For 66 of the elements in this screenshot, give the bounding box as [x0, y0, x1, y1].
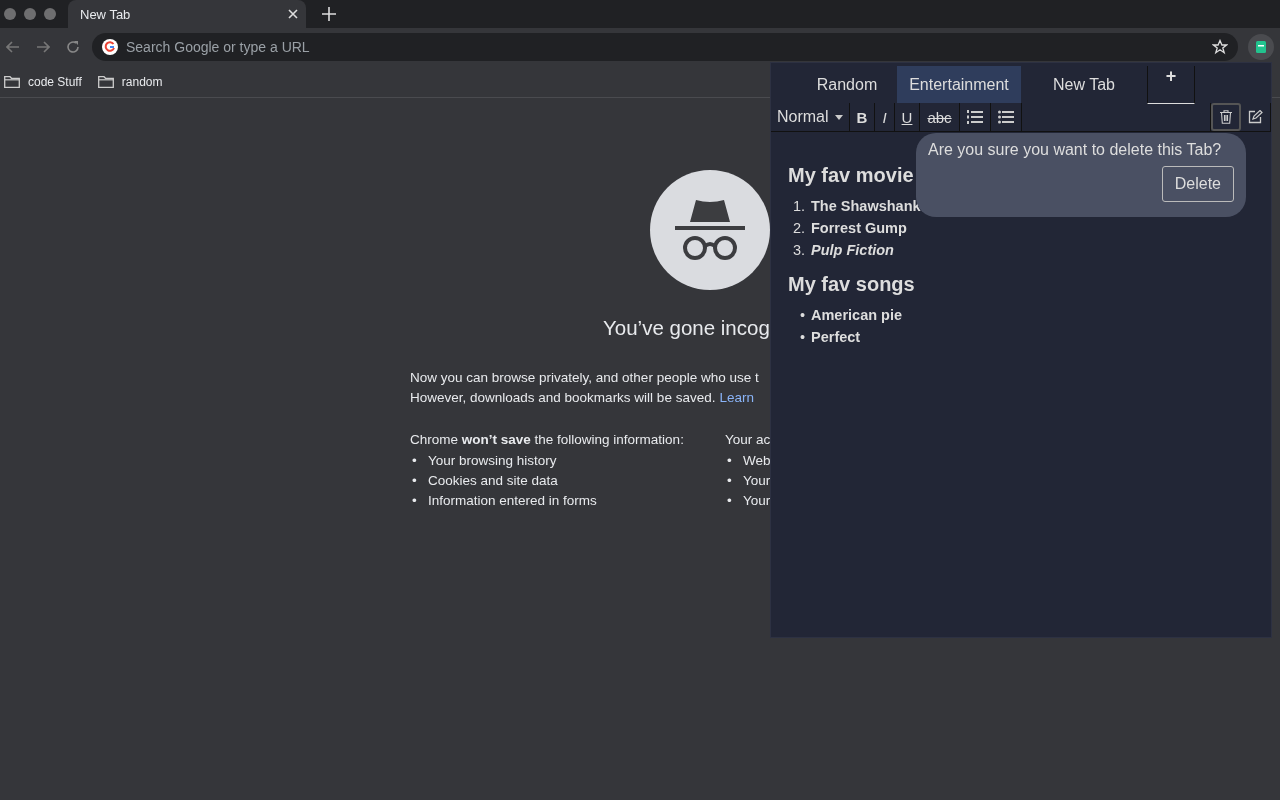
- intro-text: Now you can browse privately, and other people who use t: [410, 369, 760, 387]
- browser-tab[interactable]: New Tab: [68, 0, 306, 28]
- notebook-icon: [1255, 41, 1267, 53]
- bullet-list-icon: [997, 110, 1014, 124]
- list-heading: Chrome won’t save the following information:: [410, 432, 685, 447]
- forward-icon[interactable]: [36, 41, 50, 53]
- strikethrough-button[interactable]: abc: [920, 103, 960, 131]
- list-item: Perfect: [811, 328, 861, 347]
- note-tab[interactable]: Entertainment: [897, 66, 1021, 103]
- page-heading: You’ve gone incog: [603, 316, 770, 340]
- reload-icon[interactable]: [66, 40, 80, 54]
- bookmark-folder[interactable]: code Stuff: [4, 74, 82, 89]
- format-dropdown[interactable]: Normal: [771, 103, 850, 131]
- list-marker: •: [798, 328, 805, 347]
- list-item: Web: [743, 452, 771, 470]
- bullet: •: [727, 452, 732, 470]
- confirm-message: Are you sure you want to delete this Tab?: [928, 141, 1223, 159]
- list-item: Information entered in forms: [428, 492, 597, 510]
- intro-text: However, downloads and bookmarks will be saved.: [410, 389, 716, 407]
- note-heading: My fav songs: [788, 273, 915, 296]
- folder-icon: [97, 75, 114, 88]
- google-icon: [102, 39, 118, 55]
- caret-icon: [834, 114, 843, 120]
- incognito-icon: [650, 170, 770, 290]
- close-icon[interactable]: [288, 9, 298, 19]
- bullet: •: [727, 472, 732, 490]
- list-marker: 3.: [791, 241, 805, 260]
- underline-button[interactable]: U: [894, 103, 921, 131]
- delete-tab-button[interactable]: [1211, 103, 1241, 131]
- learn-more-link[interactable]: Learn: [719, 388, 754, 408]
- bullet: •: [412, 492, 417, 510]
- trash-icon: [1220, 110, 1232, 124]
- list-item: Your: [743, 472, 771, 490]
- edit-icon: [1248, 110, 1263, 124]
- address-field[interactable]: Search Google or type a URL: [92, 33, 1238, 61]
- list-marker: 1.: [791, 197, 805, 216]
- note-tab[interactable]: New Tab: [1021, 66, 1147, 103]
- bold-button[interactable]: B: [849, 103, 876, 131]
- list-item: Pulp Fiction: [811, 241, 894, 260]
- new-tab-icon[interactable]: [322, 7, 336, 21]
- numbered-list-icon: [966, 110, 983, 124]
- list-item: Forrest Gump: [811, 219, 907, 238]
- list-marker: •: [798, 306, 805, 325]
- note-tab[interactable]: Random: [797, 66, 897, 103]
- delete-button[interactable]: Delete: [1161, 166, 1234, 202]
- extension-button[interactable]: [1248, 34, 1274, 60]
- list-heading: Your ac: [725, 432, 771, 447]
- list-item: American pie: [811, 306, 903, 325]
- bookmark-folder[interactable]: random: [97, 74, 163, 89]
- folder-icon: [4, 75, 20, 88]
- bullet: •: [727, 492, 732, 510]
- list-marker: 2.: [791, 219, 805, 238]
- list-item: Cookies and site data: [428, 472, 558, 490]
- window-minimize-button[interactable]: [24, 8, 36, 20]
- note-heading: My fav movie: [788, 164, 914, 187]
- star-icon[interactable]: [1212, 39, 1228, 55]
- bullet: •: [412, 452, 417, 470]
- list-item: The Shawshank: [811, 197, 921, 216]
- add-tab-button[interactable]: +: [1147, 66, 1195, 104]
- back-icon[interactable]: [6, 41, 20, 53]
- italic-button[interactable]: I: [875, 103, 895, 131]
- window-close-button[interactable]: [4, 8, 16, 20]
- bullet: •: [412, 472, 417, 490]
- list-item: Your: [743, 492, 771, 510]
- list-item: Your browsing history: [428, 452, 557, 470]
- window-zoom-button[interactable]: [44, 8, 56, 20]
